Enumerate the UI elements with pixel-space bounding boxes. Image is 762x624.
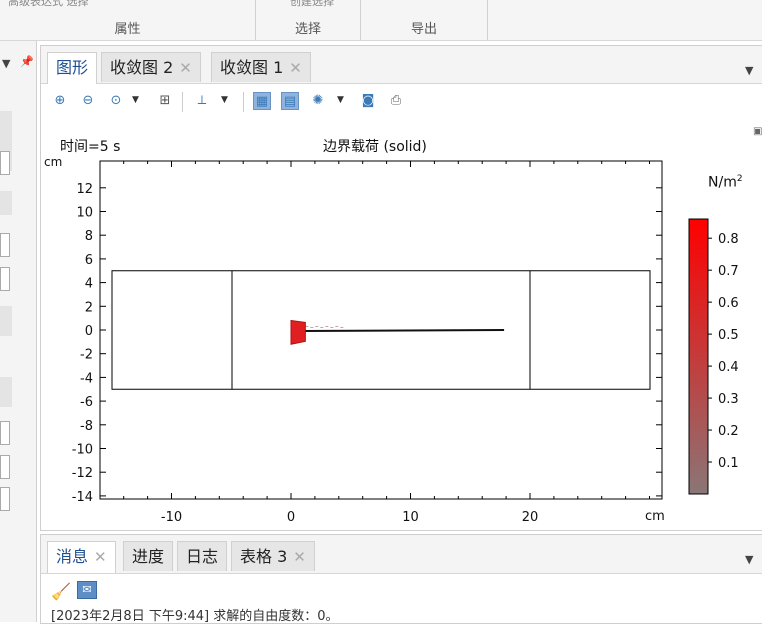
- toolbar-divider: [182, 92, 183, 112]
- toolbar-divider: [243, 92, 244, 112]
- tab-label: 收敛图 1: [220, 58, 284, 77]
- messages-panel: 消息 ✕ 进度 日志 表格 3 ✕ ▼ 🧹 ✉ [2023年2月8日 下午9:44]…: [40, 534, 762, 624]
- pane-control[interactable]: [0, 151, 10, 175]
- ribbon-group-selection: 创建选择 选择: [256, 0, 361, 40]
- tab-menu-icon[interactable]: ▼: [745, 553, 753, 566]
- close-icon[interactable]: ✕: [289, 59, 302, 77]
- messages-tab-bar: 消息 ✕ 进度 日志 表格 3 ✕ ▼: [41, 535, 762, 574]
- ribbon: 高级表达式 选择 属性 创建选择 选择 导出: [0, 0, 762, 41]
- ribbon-group-top-text[interactable]: 创建选择: [290, 0, 334, 9]
- tab-log[interactable]: 日志: [177, 541, 228, 571]
- ribbon-group-label: 选择: [294, 22, 321, 37]
- zoom-in-icon[interactable]: ⊕: [51, 92, 69, 110]
- tab-label: 进度: [132, 547, 165, 566]
- tab-messages[interactable]: 消息 ✕: [47, 541, 116, 573]
- scene-light-icon[interactable]: ✺: [309, 92, 327, 110]
- axes-icon[interactable]: ⟂: [193, 92, 211, 110]
- clear-broom-icon[interactable]: 🧹: [51, 582, 71, 601]
- pin-icon[interactable]: 📌: [20, 55, 34, 68]
- zoom-out-icon[interactable]: ⊖: [79, 92, 97, 110]
- pane-menu-icon[interactable]: ▼: [2, 57, 10, 70]
- frame-icon[interactable]: ▦: [253, 92, 271, 110]
- ribbon-group-properties: 高级表达式 选择 属性: [0, 0, 256, 40]
- message-window-icon[interactable]: ✉: [77, 581, 97, 599]
- graphics-toolbar: ⊕ ⊖ ⊙ ▼ ⊞ ⟂ ▼ ▦ ▤ ✺ ▼ ◙ ⎙: [41, 84, 762, 118]
- pane-control[interactable]: [0, 421, 10, 445]
- ribbon-group-top-text[interactable]: 高级表达式 选择: [8, 0, 89, 9]
- close-icon[interactable]: ✕: [179, 59, 192, 77]
- y-axis-unit: cm: [44, 155, 63, 169]
- close-icon[interactable]: ✕: [94, 548, 107, 566]
- tab-table-3[interactable]: 表格 3 ✕: [231, 541, 315, 571]
- camera-icon[interactable]: ◙: [359, 92, 377, 110]
- pane-strip: [0, 377, 12, 407]
- pane-control[interactable]: [0, 233, 10, 257]
- tab-label: 图形: [56, 58, 89, 77]
- colorbar-unit: N/m2: [708, 174, 743, 191]
- x-axis-unit: cm: [645, 509, 665, 524]
- tab-menu-icon[interactable]: ▼: [745, 64, 753, 77]
- graphics-tab-bar: 图形 收敛图 2 ✕ 收敛图 1 ✕ ▼: [41, 46, 762, 84]
- pane-control[interactable]: [0, 455, 10, 479]
- tab-convergence-plot-1[interactable]: 收敛图 1 ✕: [211, 52, 311, 82]
- tab-label: 日志: [186, 547, 219, 566]
- graphics-panel: 图形 收敛图 2 ✕ 收敛图 1 ✕ ▼ ⊕ ⊖ ⊙ ▼ ⊞ ⟂ ▼ ▦ ▤ ✺ ▼…: [40, 45, 762, 531]
- log-line: [2023年2月8日 下午9:44] 求解的自由度数：0。: [51, 609, 339, 624]
- ribbon-group-label: 属性: [114, 22, 141, 37]
- zoom-extents-icon[interactable]: ⊞: [156, 92, 174, 110]
- tab-graphics[interactable]: 图形: [47, 52, 98, 84]
- pane-control[interactable]: [0, 487, 10, 511]
- plot-title: 边界载荷 (solid): [323, 139, 427, 155]
- tab-convergence-plot-2[interactable]: 收敛图 2 ✕: [101, 52, 201, 82]
- tab-label: 表格 3: [240, 547, 288, 566]
- chevron-down-icon[interactable]: ▼: [337, 95, 344, 105]
- print-icon[interactable]: ⎙: [387, 92, 405, 110]
- tab-progress[interactable]: 进度: [123, 541, 174, 571]
- close-icon[interactable]: ✕: [293, 548, 306, 566]
- time-label: 时间=5 s: [60, 139, 121, 155]
- pane-strip: [0, 306, 12, 336]
- legend-icon[interactable]: ▤: [281, 92, 299, 110]
- colorbar-unit-text: N/m: [708, 174, 737, 191]
- model-builder-pane: ▼ 📌: [0, 41, 37, 622]
- colorbar-unit-exponent: 2: [736, 174, 743, 184]
- ribbon-group-label: 导出: [410, 22, 437, 37]
- pane-control[interactable]: [0, 267, 10, 291]
- zoom-box-icon[interactable]: ⊙: [107, 92, 125, 110]
- tab-label: 收敛图 2: [110, 58, 174, 77]
- tab-label: 消息: [56, 547, 89, 566]
- ribbon-group-export: 导出: [361, 0, 488, 40]
- pane-strip: [0, 191, 12, 215]
- window-icon[interactable]: ▣: [753, 126, 762, 137]
- chevron-down-icon[interactable]: ▼: [221, 95, 228, 105]
- chevron-down-icon[interactable]: ▼: [132, 95, 139, 105]
